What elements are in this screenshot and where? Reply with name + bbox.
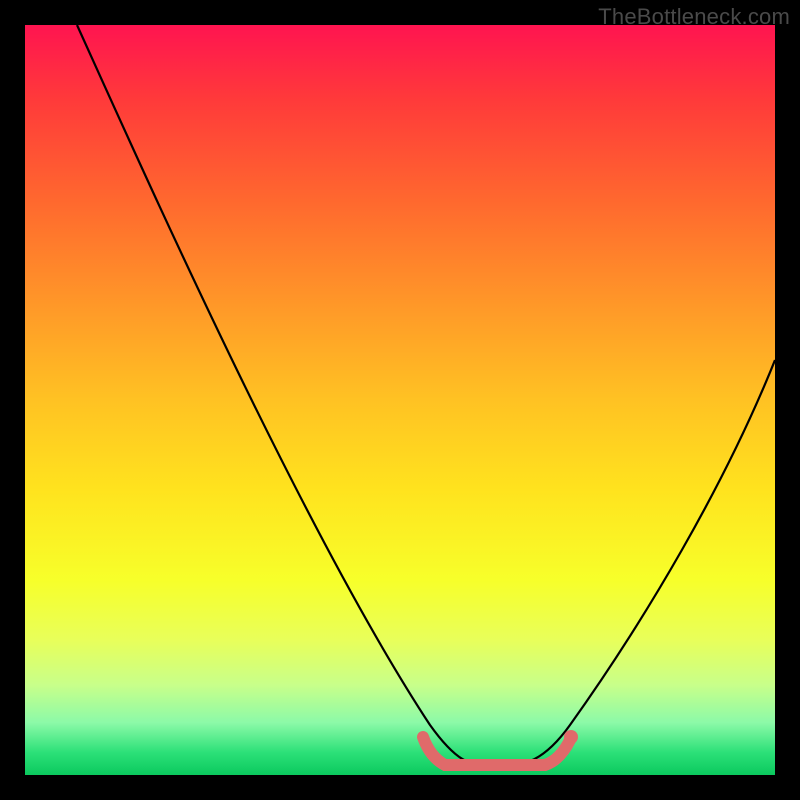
trough-end-dot (564, 730, 578, 744)
chart-frame: TheBottleneck.com (0, 0, 800, 800)
bottleneck-curve (77, 25, 775, 767)
watermark-text: TheBottleneck.com (598, 4, 790, 30)
curve-overlay (25, 25, 775, 775)
